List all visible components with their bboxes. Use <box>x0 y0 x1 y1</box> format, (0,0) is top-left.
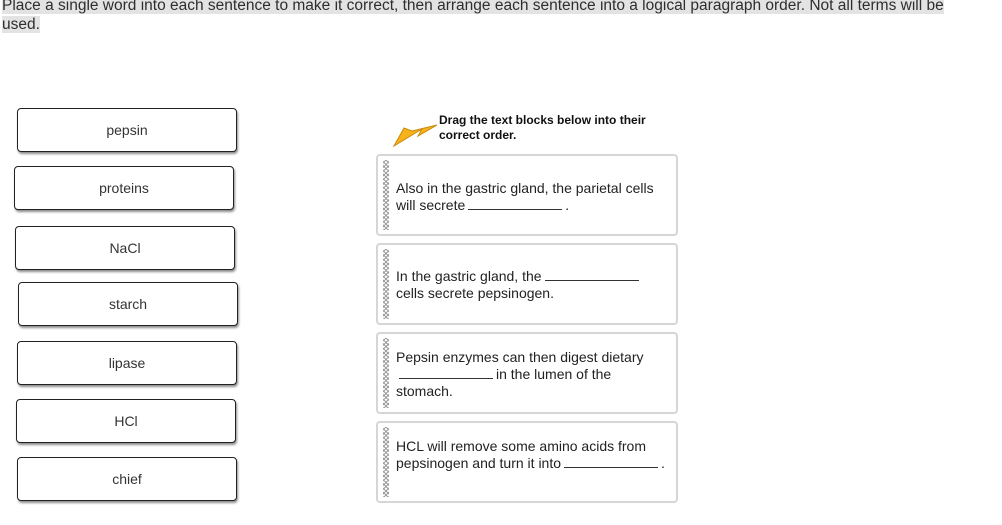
drag-handle-icon[interactable] <box>383 427 389 497</box>
blank-drop-target[interactable] <box>564 456 659 468</box>
drag-handle-icon[interactable] <box>383 338 389 408</box>
sentence-text-after: cells secrete pepsinogen. <box>396 285 554 301</box>
drag-handle-icon[interactable] <box>383 249 389 319</box>
sentence-text: In the gastric gland, thecells secrete p… <box>396 268 668 302</box>
word-option-chief[interactable]: chief <box>17 457 237 501</box>
word-option-lipase[interactable]: lipase <box>17 341 237 385</box>
sentence-block-4[interactable]: HCL will remove some amino acids from pe… <box>376 421 678 503</box>
sentence-block-3[interactable]: Pepsin enzymes can then digest dietaryin… <box>376 332 678 414</box>
blank-drop-target[interactable] <box>468 198 563 210</box>
sentence-text-before: In the gastric gland, the <box>396 268 542 284</box>
sentence-text: Pepsin enzymes can then digest dietaryin… <box>396 349 668 400</box>
drag-handle-icon[interactable] <box>383 160 389 230</box>
drag-hint-text: Drag the text blocks below into their co… <box>439 113 669 143</box>
word-option-nacl[interactable]: NaCl <box>15 226 235 270</box>
blank-drop-target[interactable] <box>399 367 493 379</box>
blank-drop-target[interactable] <box>544 269 639 281</box>
drag-and-drop-question: Place a single word into each sentence t… <box>0 0 1002 525</box>
sentence-block-2[interactable]: In the gastric gland, thecells secrete p… <box>376 243 678 325</box>
sentence-text: Also in the gastric gland, the parietal … <box>396 180 668 214</box>
word-option-proteins[interactable]: proteins <box>14 166 234 210</box>
word-option-hcl[interactable]: HCl <box>16 399 236 443</box>
drag-hint-line-1: Drag the text blocks below into their <box>439 113 646 127</box>
sentence-text-before: Pepsin enzymes can then digest dietary <box>396 349 644 365</box>
word-option-starch[interactable]: starch <box>18 282 238 326</box>
sentence-text: HCL will remove some amino acids from pe… <box>396 438 668 472</box>
sentence-block-1[interactable]: Also in the gastric gland, the parietal … <box>376 154 678 236</box>
drag-hint-line-2: correct order. <box>439 128 517 142</box>
sentence-text-after: . <box>565 197 570 213</box>
question-instructions: Place a single word into each sentence t… <box>2 0 962 34</box>
word-option-pepsin[interactable]: pepsin <box>17 108 237 152</box>
sentence-text-after: . <box>661 455 665 471</box>
arrow-pointer-icon <box>392 124 438 148</box>
